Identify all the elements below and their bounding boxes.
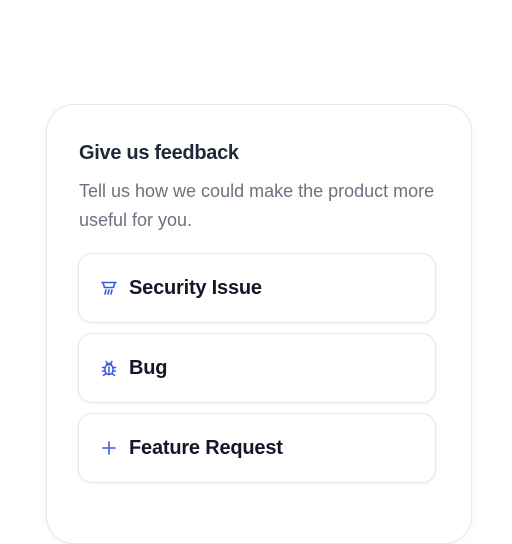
plus-icon bbox=[99, 438, 119, 458]
feedback-card: Give us feedback Tell us how we could ma… bbox=[46, 104, 472, 544]
security-issue-option[interactable]: Security Issue bbox=[78, 253, 436, 323]
feature-request-label: Feature Request bbox=[129, 436, 283, 459]
security-issue-label: Security Issue bbox=[129, 276, 262, 299]
bug-icon bbox=[99, 358, 119, 378]
bug-label: Bug bbox=[129, 356, 168, 379]
feedback-title: Give us feedback bbox=[79, 142, 239, 164]
shield-icon bbox=[99, 278, 119, 298]
feedback-description: Tell us how we could make the product mo… bbox=[79, 181, 435, 230]
feature-request-option[interactable]: Feature Request bbox=[78, 413, 436, 483]
bug-option[interactable]: Bug bbox=[78, 333, 436, 403]
